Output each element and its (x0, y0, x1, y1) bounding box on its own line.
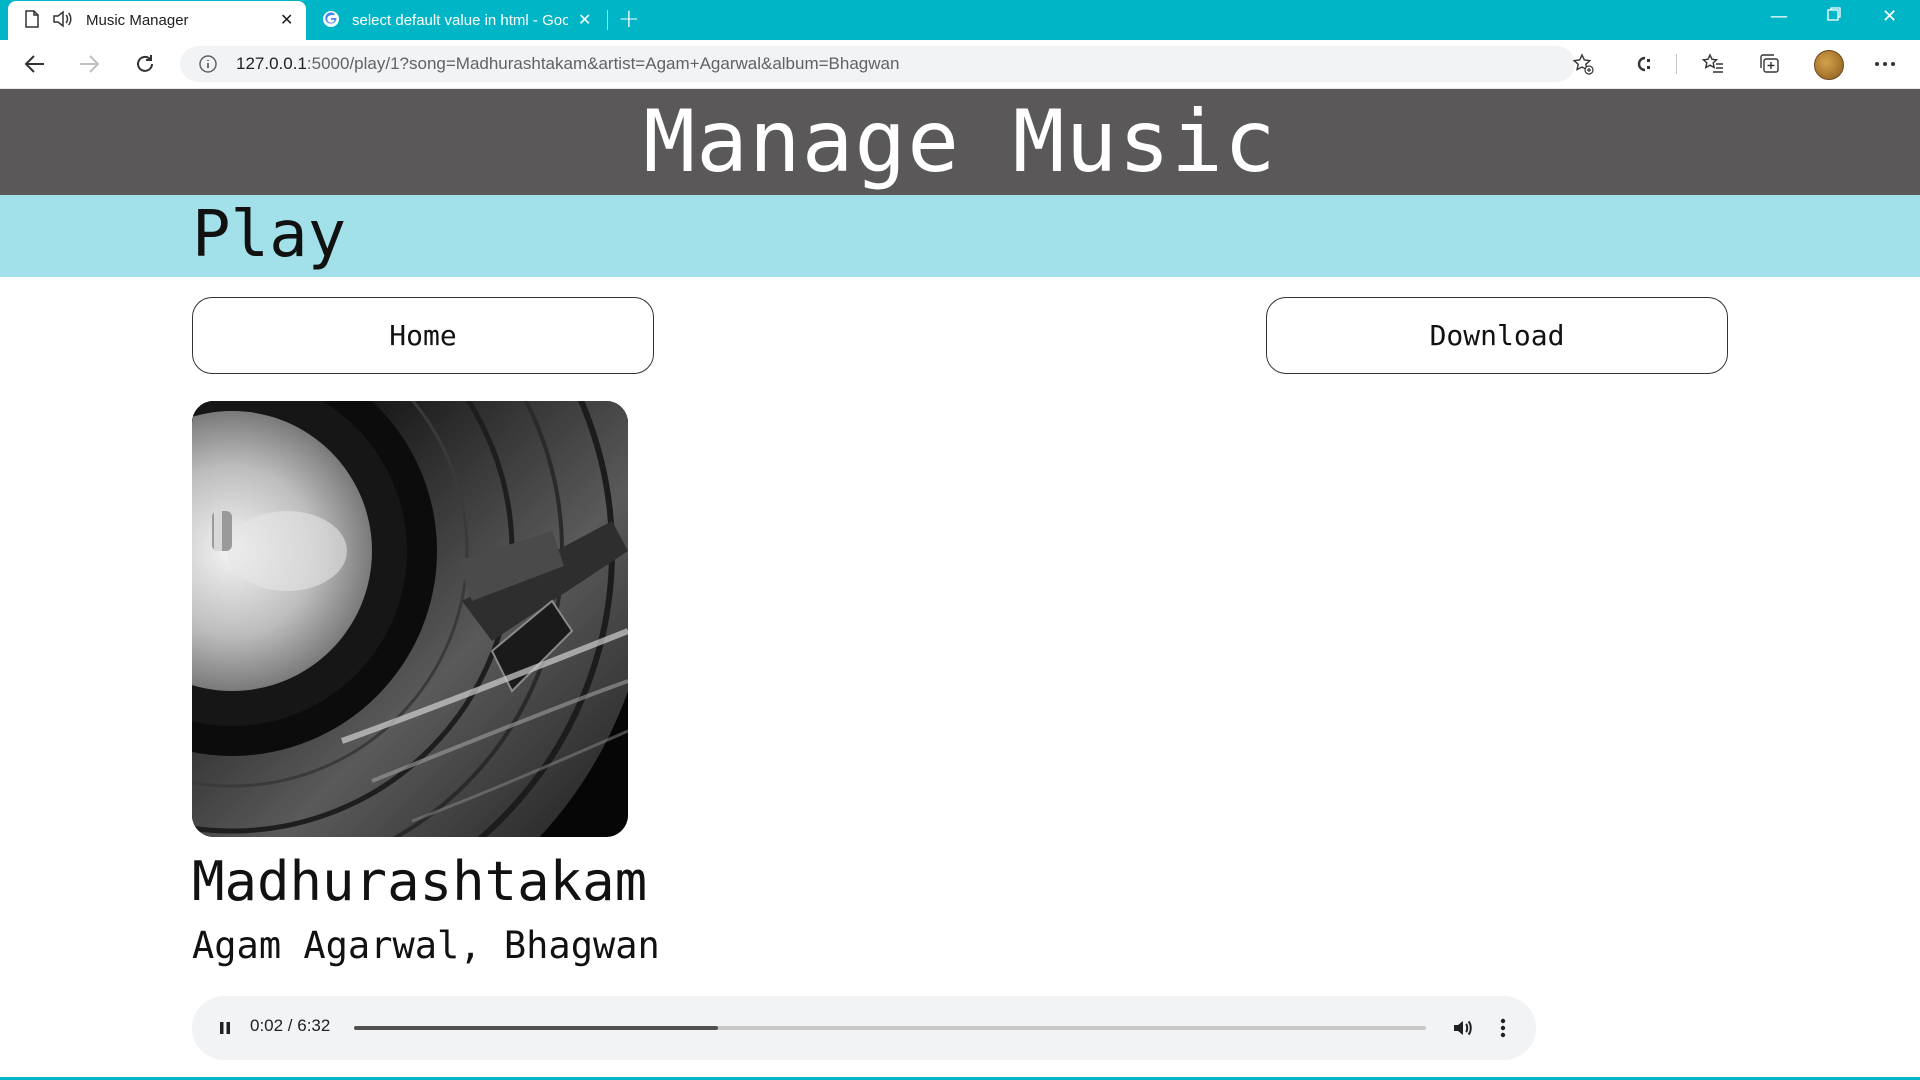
site-header: Manage Music (0, 89, 1920, 195)
audio-player[interactable]: 0:02 / 6:32 (192, 996, 1536, 1060)
download-button[interactable]: Download (1266, 297, 1728, 374)
more-menu-icon[interactable] (1872, 52, 1898, 76)
player-options-icon[interactable] (1496, 1016, 1510, 1040)
site-info-icon[interactable] (198, 54, 218, 74)
google-icon (322, 10, 340, 32)
url-text[interactable]: 127.0.0.1:5000/play/1?song=Madhurashtaka… (236, 54, 899, 74)
tab-music-manager[interactable]: Music Manager ✕ (8, 1, 306, 40)
refresh-icon[interactable] (130, 50, 160, 78)
restore-icon[interactable] (1826, 6, 1842, 27)
new-tab-icon[interactable]: + (618, 4, 640, 34)
tab-title: Music Manager (86, 12, 189, 29)
profile-avatar[interactable] (1814, 50, 1844, 80)
extension-icon[interactable] (1630, 52, 1656, 76)
forward-icon[interactable] (74, 50, 104, 78)
collections-icon[interactable] (1757, 52, 1783, 76)
minimize-icon[interactable]: — (1770, 6, 1788, 27)
tab-google-search[interactable]: select default value in html - Goo ✕ (316, 1, 606, 40)
close-window-icon[interactable]: ✕ (1882, 6, 1897, 27)
song-artist-album: Agam Agarwal, Bhagwan (192, 924, 660, 967)
url-host: 127.0.0.1 (236, 54, 307, 73)
buffered-progress (354, 1026, 719, 1030)
page-icon (24, 9, 40, 32)
song-title: Madhurashtakam (192, 850, 648, 913)
page-title: Manage Music (643, 92, 1277, 192)
add-favorite-icon[interactable] (1570, 52, 1596, 76)
pause-icon[interactable] (216, 1019, 234, 1037)
url-path: :5000/play/1?song=Madhurashtakam&artist=… (306, 54, 900, 73)
favorites-icon[interactable] (1700, 52, 1726, 76)
back-icon[interactable] (20, 50, 50, 78)
section-header: Play (0, 195, 1920, 277)
tab-divider (607, 10, 608, 30)
album-cover-image (192, 401, 628, 837)
url-bar[interactable]: 127.0.0.1:5000/play/1?song=Madhurashtaka… (180, 46, 1575, 82)
home-button[interactable]: Home (192, 297, 654, 374)
volume-icon[interactable] (1451, 1016, 1475, 1040)
audio-playing-icon[interactable] (52, 9, 72, 32)
browser-tab-bar: Music Manager ✕ select default value in … (0, 0, 1920, 40)
seek-bar[interactable] (354, 1026, 1426, 1030)
section-title: Play (192, 198, 347, 272)
toolbar-divider (1676, 54, 1677, 74)
tab-title: select default value in html - Goo (352, 12, 568, 29)
address-toolbar: 127.0.0.1:5000/play/1?song=Madhurashtaka… (0, 40, 1920, 89)
time-display: 0:02 / 6:32 (250, 1016, 331, 1035)
close-tab-icon[interactable]: ✕ (280, 10, 293, 29)
close-tab-icon[interactable]: ✕ (578, 10, 591, 29)
